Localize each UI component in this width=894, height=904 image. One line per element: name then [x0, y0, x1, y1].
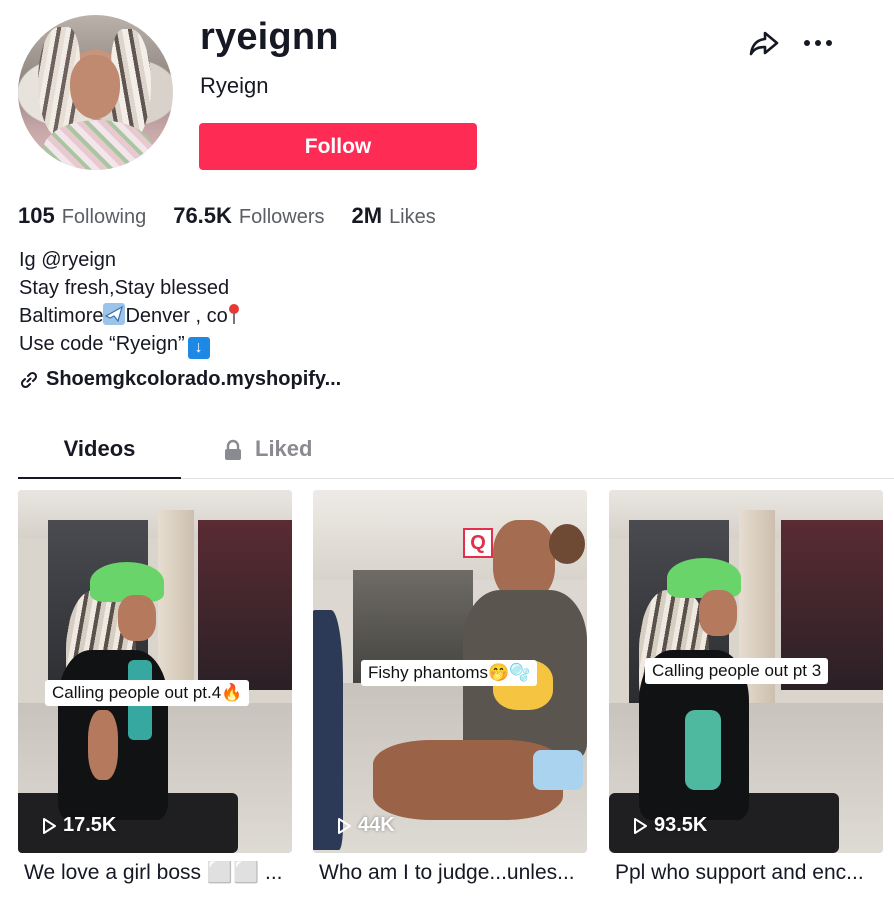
- profile-link-text: Shoemgkcolorado.myshopify...: [46, 368, 342, 390]
- play-icon: [634, 817, 647, 834]
- scene-face: [493, 520, 555, 600]
- stat-following[interactable]: 105 Following: [18, 203, 146, 229]
- bio-line-1: Ig @ryeign: [19, 249, 117, 271]
- tab-videos[interactable]: Videos: [18, 430, 181, 479]
- video-views-count: 93.5K: [654, 814, 708, 836]
- video-views: 17.5K: [40, 814, 116, 837]
- more-icon[interactable]: [800, 28, 836, 58]
- video-overlay-caption: Calling people out pt.4🔥: [45, 680, 250, 706]
- stat-following-value: 105: [18, 203, 55, 228]
- display-name: Ryeign: [200, 73, 269, 98]
- stat-likes-label: Likes: [389, 206, 436, 228]
- video-overlay-caption: Calling people out pt 3: [645, 658, 829, 684]
- bio-line-4-text: Use code “Ryeign”: [19, 333, 185, 355]
- avatar[interactable]: [18, 15, 173, 170]
- play-icon: [338, 817, 351, 834]
- share-icon[interactable]: [748, 28, 780, 58]
- video-thumbnail[interactable]: Calling people out pt 3 93.5K: [609, 490, 883, 853]
- stat-followers[interactable]: 76.5K Followers: [173, 203, 324, 229]
- video-views: 93.5K: [631, 814, 707, 837]
- pin-emoji: [228, 304, 239, 324]
- airplane-emoji: [103, 303, 126, 325]
- scene-arm: [88, 710, 118, 780]
- link-icon: [20, 371, 38, 388]
- bio-line-3-city-a: Baltimore: [19, 305, 104, 327]
- bio: Ig @ryeign Stay fresh,Stay blessed Balti…: [19, 246, 240, 359]
- bio-line-3: Baltimore Denver , co: [19, 302, 240, 330]
- tab-liked[interactable]: Liked: [223, 430, 312, 478]
- lock-icon: [225, 439, 241, 460]
- follow-button[interactable]: Follow: [199, 123, 477, 170]
- video-views-count: 44K: [358, 814, 395, 836]
- video-views-count: 17.5K: [63, 814, 117, 836]
- video-card[interactable]: Q Fishy phantoms🤭🫧 44K Who am I to judge…: [313, 490, 587, 885]
- stat-likes: 2M Likes: [352, 203, 436, 229]
- scene-store: [198, 520, 292, 690]
- stat-followers-label: Followers: [238, 206, 325, 228]
- scene-bag: [533, 750, 583, 790]
- stat-following-label: Following: [61, 206, 147, 228]
- bio-line-4: Use code “Ryeign” ↓: [19, 330, 240, 359]
- video-description[interactable]: Ppl who support and enc...: [609, 861, 879, 885]
- profile-link[interactable]: Shoemgkcolorado.myshopify...: [19, 368, 341, 391]
- video-thumbnail[interactable]: Calling people out pt.4🔥 17.5K: [18, 490, 292, 853]
- down-arrow-emoji: ↓: [187, 337, 210, 359]
- scene-hair-bun: [549, 524, 585, 564]
- avatar-face: [70, 55, 120, 119]
- video-card[interactable]: Calling people out pt 3 93.5K Ppl who su…: [609, 490, 883, 885]
- video-overlay-caption: Fishy phantoms🤭🫧: [361, 660, 538, 686]
- scene-face: [118, 595, 156, 641]
- stat-followers-value: 76.5K: [173, 203, 232, 228]
- video-description[interactable]: Who am I to judge...unles...: [313, 861, 583, 885]
- video-views: 44K: [335, 814, 395, 837]
- video-description[interactable]: We love a girl boss ⬜⬜ ...: [18, 861, 288, 885]
- stat-likes-value: 2M: [351, 203, 383, 228]
- bio-line-2: Stay fresh,Stay blessed: [19, 277, 230, 299]
- username: ryeignn: [200, 16, 339, 58]
- video-card[interactable]: Calling people out pt.4🔥 17.5K We love a…: [18, 490, 292, 885]
- tab-videos-label: Videos: [63, 436, 136, 461]
- tab-liked-label: Liked: [255, 436, 313, 461]
- scene-sign: Q: [463, 528, 493, 558]
- scene-face: [699, 590, 737, 636]
- profile-tabs: Videos Liked: [18, 430, 894, 479]
- bio-line-3-city-b: Denver , co: [125, 305, 228, 327]
- video-thumbnail[interactable]: Q Fishy phantoms🤭🫧 44K: [313, 490, 587, 853]
- scene-shirt-print: [685, 710, 721, 790]
- profile-stats: 105 Following 76.5K Followers 2M Likes: [18, 203, 463, 229]
- play-icon: [43, 817, 56, 834]
